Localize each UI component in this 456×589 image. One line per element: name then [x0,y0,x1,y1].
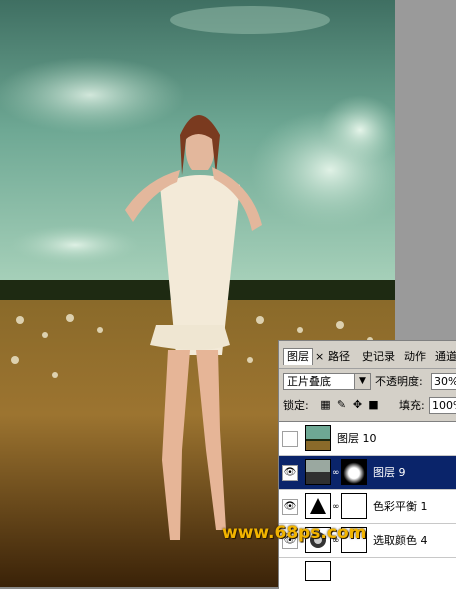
layer-name: 图层 9 [373,466,406,479]
link-icon: ∞ [332,468,340,478]
blend-mode-select[interactable]: 正片叠底 ▼ [283,373,371,390]
layer-row-color-balance[interactable]: 👁 ∞ 色彩平衡 1 [279,490,456,524]
fill-label: 填充: [399,399,425,412]
layer-thumbnail [305,561,331,581]
layer-name: 色彩平衡 1 [373,500,428,513]
link-icon: ∞ [332,502,340,512]
tab-channels[interactable]: 通道 [432,349,456,365]
lock-transparent-icon[interactable]: ▦ [319,398,332,411]
color-balance-icon [305,493,331,519]
layers-list: 图层 10 👁 ∞ 图层 9 👁 ∞ 色彩平衡 1 👁 ∞ 选取颜色 4 [279,421,456,589]
layer-mask-thumbnail[interactable] [341,459,367,485]
fill-input[interactable]: 100% [429,397,456,414]
layer-thumbnail [305,425,331,451]
lock-move-icon[interactable]: ✥ [351,398,364,411]
lock-paint-icon[interactable]: ✎ [335,398,348,411]
lock-all-icon[interactable]: ■ [367,398,380,411]
tab-layers[interactable]: 图层 [283,348,313,365]
layer-thumbnail [305,459,331,485]
eye-icon[interactable]: 👁 [282,499,298,515]
tab-history[interactable]: 史记录 [359,349,398,365]
lock-label: 锁定: [283,399,309,412]
watermark: www.68ps.com [222,523,367,543]
visibility-toggle[interactable] [282,431,298,447]
lock-row: 锁定: ▦ ✎ ✥ ■ 填充: 100% [279,397,456,417]
opacity-input[interactable]: 30% [431,373,456,390]
blend-row: 正片叠底 ▼ 不透明度: 30% [279,371,456,393]
layer-row-10[interactable]: 图层 10 [279,422,456,456]
layer-row-9[interactable]: 👁 ∞ 图层 9 [279,456,456,490]
eye-icon[interactable]: 👁 [282,465,298,481]
layer-name: 图层 10 [337,432,377,445]
tab-actions[interactable]: 动作 [401,349,429,365]
tab-paths[interactable]: 路径 [325,349,353,365]
chevron-down-icon[interactable]: ▼ [354,374,370,389]
blend-mode-value: 正片叠底 [287,375,331,388]
layer-mask-thumbnail[interactable] [341,493,367,519]
layers-panel: 图层 × 路径 史记录 动作 通道 正片叠底 ▼ 不透明度: 30% 锁定: ▦… [278,340,456,589]
opacity-label: 不透明度: [375,375,423,388]
layer-row-partial[interactable] [279,558,456,589]
panel-tabs: 图层 × 路径 史记录 动作 通道 [279,341,456,369]
workspace-background [395,0,456,340]
layer-name: 选取颜色 4 [373,534,428,547]
